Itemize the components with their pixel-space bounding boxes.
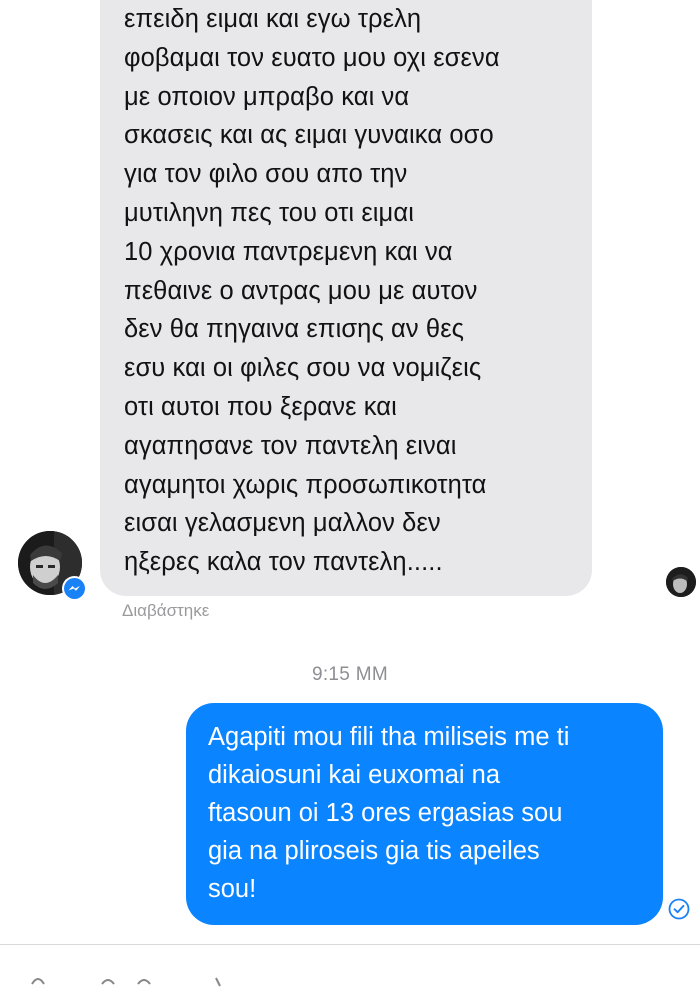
message-line: πεθαινε ο αντρας μου με αυτον: [124, 276, 478, 305]
message-line: εσυ και οι φιλες σου να νομιζεις: [124, 354, 482, 383]
message-line: αγαπησανε τον παντελη ειναι: [124, 431, 457, 460]
message-line: αγαμητοι χωρις προσωπικοτητα: [124, 470, 487, 499]
message-line: Agapiti mou fili tha miliseis me ti: [208, 723, 570, 751]
message-line: δεν θα πηγαινα επισης αν θες: [124, 315, 465, 344]
message-line: εισαι γελασμενη μαλλον δεν: [124, 509, 441, 538]
incoming-message-text: επειδη ειμαι και εγω τρελη φοβαμαι τον ε…: [124, 0, 594, 582]
message-line: gia na pliroseis gia tis apeiles: [208, 837, 540, 865]
message-timestamp: 9:15 ΜΜ: [0, 664, 700, 686]
message-line: dikaiosuni kai euxomai na: [208, 761, 501, 789]
delivered-check-icon: [668, 898, 690, 920]
message-line: σκασεις και ας ειμαι γυναικα οσο: [124, 121, 494, 150]
composer-divider: [0, 944, 700, 945]
message-line: sou!: [208, 875, 257, 903]
outgoing-message-text: Agapiti mou fili tha miliseis me ti dika…: [208, 718, 658, 908]
seen-by-avatar: [666, 567, 696, 597]
message-line: με οποιον μπραβο και να: [124, 82, 410, 111]
messenger-badge-icon: [62, 576, 87, 601]
message-line: ftasoun oi 13 ores ergasias sou: [208, 799, 563, 827]
message-line: επειδη ειμαι και εγω τρελη: [124, 5, 422, 33]
message-line: ηξερες καλα τον παντελη.....: [124, 548, 443, 577]
timestamp-text: 9:15 ΜΜ: [311, 664, 388, 685]
message-line: 10 χρονια παντρεμενη και να: [124, 237, 453, 266]
message-line: μυτιληνη πες του οτι ειμαι: [124, 198, 414, 227]
message-line: φοβαμαι τον ευατο μου οχι εσενα: [124, 43, 500, 72]
composer-toolbar-partial: [20, 962, 280, 992]
message-line: οτι αυτοι που ξερανε και: [124, 392, 397, 421]
read-receipt-label: Διαβάστηκε: [122, 601, 210, 620]
message-line: για τον φιλο σου απο την: [124, 160, 408, 189]
